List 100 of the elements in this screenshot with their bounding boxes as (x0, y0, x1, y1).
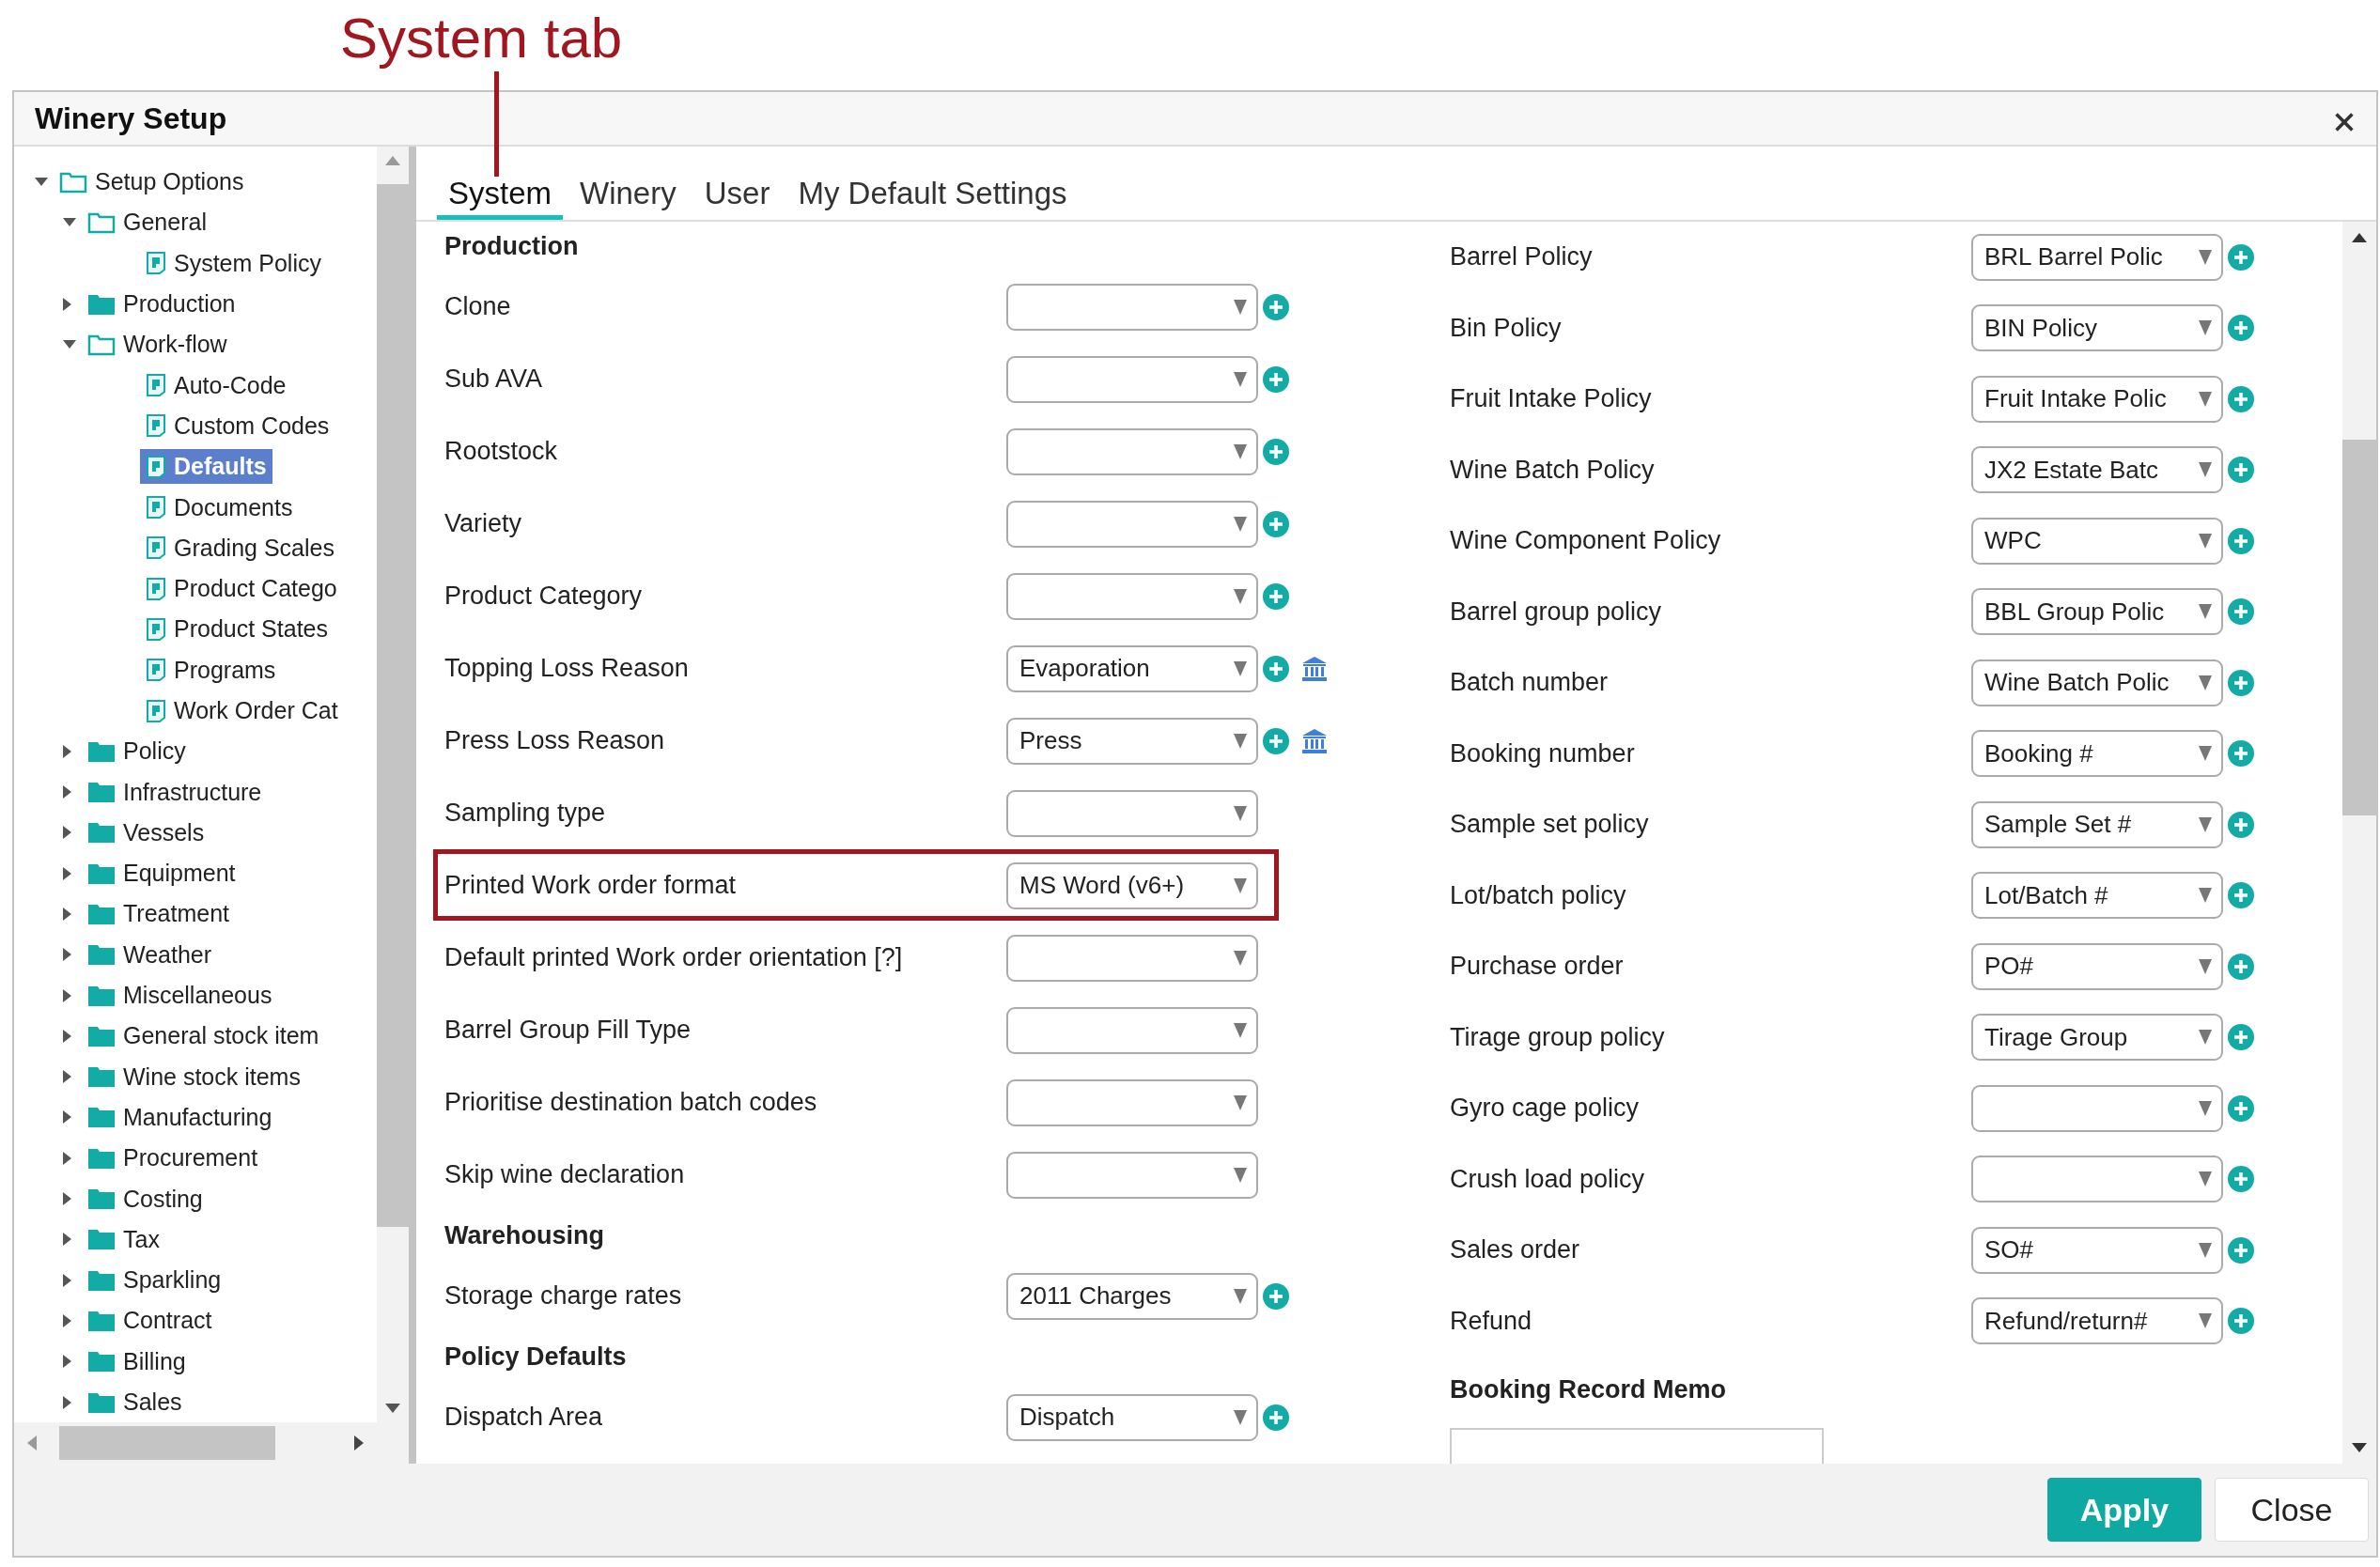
caret-icon[interactable] (1234, 588, 1247, 604)
dropdown[interactable]: BBL Group Polic (1971, 588, 2223, 636)
add-icon[interactable] (1262, 437, 1290, 466)
add-icon[interactable] (1262, 1403, 1290, 1432)
dropdown[interactable]: BIN Policy (1971, 304, 2223, 352)
caret-icon[interactable] (1234, 371, 1247, 387)
caret-icon[interactable] (1234, 1167, 1247, 1183)
collapse-caret-icon[interactable] (63, 988, 72, 1002)
tree-item[interactable]: Billing (123, 1347, 186, 1375)
tree-item[interactable]: Policy (123, 737, 186, 766)
add-icon[interactable] (2227, 952, 2255, 981)
add-icon[interactable] (2227, 456, 2255, 485)
expand-caret-icon[interactable] (63, 339, 76, 349)
dropdown[interactable] (1006, 283, 1258, 331)
caret-icon[interactable] (1234, 660, 1247, 676)
caret-icon[interactable] (2199, 675, 2212, 690)
building-icon[interactable] (1301, 655, 1328, 682)
add-icon[interactable] (2227, 384, 2255, 413)
scroll-left-icon[interactable] (27, 1435, 37, 1451)
collapse-caret-icon[interactable] (63, 866, 72, 880)
tree-item[interactable]: Wine stock items (123, 1063, 301, 1091)
dropdown[interactable] (1006, 1006, 1258, 1054)
dropdown[interactable] (1006, 427, 1258, 475)
caret-icon[interactable] (2199, 1171, 2212, 1187)
tree-item[interactable]: General stock item (123, 1022, 319, 1050)
collapse-caret-icon[interactable] (63, 1192, 72, 1206)
collapse-caret-icon[interactable] (63, 744, 72, 758)
tab[interactable]: System (437, 168, 564, 220)
caret-icon[interactable] (1234, 516, 1247, 532)
tree-item[interactable]: System Policy (140, 245, 327, 281)
add-icon[interactable] (1262, 1281, 1290, 1311)
expand-caret-icon[interactable] (35, 177, 48, 187)
caret-icon[interactable] (2199, 320, 2212, 336)
tree-item[interactable]: Costing (123, 1185, 203, 1213)
tree-item[interactable]: Defaults (140, 449, 272, 485)
caret-icon[interactable] (2199, 1313, 2212, 1329)
close-button[interactable]: Close (2215, 1478, 2369, 1542)
tree-item[interactable]: Sparkling (123, 1266, 222, 1295)
tree-item[interactable]: Miscellaneous (123, 982, 272, 1010)
add-icon[interactable] (1262, 509, 1290, 538)
add-icon[interactable] (2227, 668, 2255, 697)
dropdown[interactable]: PO# (1971, 942, 2223, 990)
tree-item[interactable]: General (123, 209, 207, 237)
add-icon[interactable] (2227, 1235, 2255, 1264)
caret-icon[interactable] (1234, 950, 1247, 966)
caret-icon[interactable] (1234, 733, 1247, 749)
tree-item[interactable]: Manufacturing (123, 1103, 272, 1131)
collapse-caret-icon[interactable] (63, 826, 72, 840)
caret-icon[interactable] (1234, 299, 1247, 315)
caret-icon[interactable] (2199, 1100, 2212, 1116)
collapse-caret-icon[interactable] (63, 1273, 72, 1287)
add-icon[interactable] (2227, 1165, 2255, 1194)
caret-icon[interactable] (1234, 1409, 1247, 1425)
dropdown[interactable]: Refund/return# (1971, 1297, 2223, 1345)
caret-icon[interactable] (2199, 391, 2212, 407)
scrollbar[interactable] (2342, 222, 2376, 1464)
caret-icon[interactable] (1234, 443, 1247, 459)
expand-caret-icon[interactable] (63, 217, 76, 227)
add-icon[interactable] (2227, 242, 2255, 272)
collapse-caret-icon[interactable] (63, 908, 72, 921)
tree-item[interactable]: Work Order Cat (140, 693, 344, 728)
caret-icon[interactable] (2199, 604, 2212, 620)
caret-icon[interactable] (2199, 746, 2212, 762)
collapse-caret-icon[interactable] (63, 1029, 72, 1043)
collapse-caret-icon[interactable] (63, 1233, 72, 1247)
caret-icon[interactable] (1234, 805, 1247, 821)
tab[interactable]: User (692, 168, 782, 220)
tree-item[interactable]: Work-flow (123, 331, 227, 359)
collapse-caret-icon[interactable] (63, 785, 72, 799)
collapse-caret-icon[interactable] (63, 1355, 72, 1369)
caret-icon[interactable] (2199, 1030, 2212, 1046)
collapse-caret-icon[interactable] (63, 1395, 72, 1409)
add-icon[interactable] (2227, 881, 2255, 910)
dropdown[interactable] (1006, 934, 1258, 982)
building-icon[interactable] (1301, 727, 1328, 754)
dropdown[interactable]: SO# (1971, 1226, 2223, 1274)
add-icon[interactable] (2227, 526, 2255, 555)
dropdown[interactable] (1006, 1151, 1258, 1199)
tab[interactable]: Winery (568, 168, 688, 220)
scroll-down-icon[interactable] (2352, 1443, 2367, 1452)
add-icon[interactable] (1262, 654, 1290, 683)
tree-item[interactable]: Grading Scales (140, 530, 340, 566)
tree-item[interactable]: Product Catego (140, 571, 343, 607)
caret-icon[interactable] (2199, 888, 2212, 904)
caret-icon[interactable] (1234, 1094, 1247, 1110)
add-icon[interactable] (2227, 1094, 2255, 1123)
caret-icon[interactable] (2199, 249, 2212, 265)
collapse-caret-icon[interactable] (63, 1151, 72, 1165)
add-icon[interactable] (1262, 726, 1290, 755)
add-icon[interactable] (2227, 1023, 2255, 1052)
dropdown[interactable]: 2011 Charges (1006, 1272, 1258, 1320)
tree-item[interactable]: Contract (123, 1307, 212, 1335)
collapse-caret-icon[interactable] (63, 1313, 72, 1327)
collapse-caret-icon[interactable] (63, 1070, 72, 1084)
add-icon[interactable] (1262, 292, 1290, 321)
tree-item[interactable]: Vessels (123, 818, 205, 846)
caret-icon[interactable] (2199, 533, 2212, 549)
dropdown[interactable]: WPC (1971, 517, 2223, 565)
scroll-up-icon[interactable] (2352, 233, 2367, 242)
tree-item[interactable]: Programs (140, 652, 282, 688)
